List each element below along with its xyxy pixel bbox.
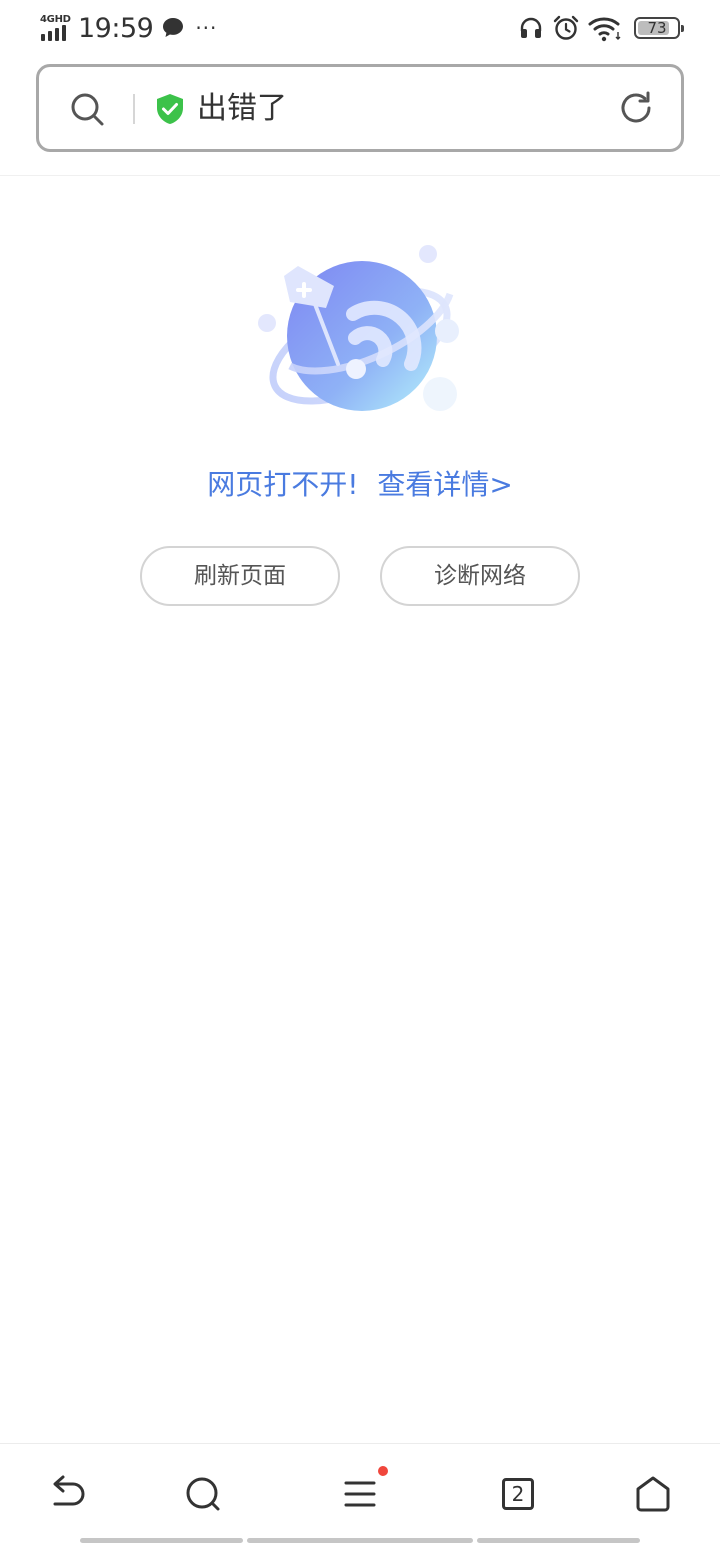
search-icon[interactable]	[69, 91, 105, 127]
home-icon[interactable]	[633, 1474, 673, 1514]
refresh-page-button[interactable]: 刷新页面	[140, 546, 340, 606]
gesture-bar-center	[247, 1538, 473, 1543]
battery-percent: 73	[647, 19, 667, 37]
error-text: 网页打不开!	[207, 468, 359, 501]
headphones-icon	[520, 17, 542, 38]
status-time: 19:59	[78, 12, 154, 44]
battery-icon: 73	[634, 17, 684, 39]
tabs-button[interactable]: 2	[498, 1474, 538, 1514]
address-divider	[133, 94, 135, 124]
chat-bubble-icon	[163, 18, 184, 37]
back-icon[interactable]	[47, 1474, 87, 1514]
error-message: 网页打不开! 查看详情>	[0, 466, 720, 504]
header-divider	[0, 175, 720, 176]
notification-dot	[378, 1466, 388, 1476]
view-details-link[interactable]: 查看详情>	[377, 466, 512, 504]
more-notifications-icon: ···	[195, 16, 218, 40]
menu-icon	[344, 1481, 376, 1507]
tab-count: 2	[502, 1478, 534, 1510]
reload-icon[interactable]	[617, 89, 655, 127]
search-icon[interactable]	[183, 1474, 223, 1514]
gesture-bar-left	[80, 1538, 243, 1543]
alarm-clock-icon	[553, 15, 579, 40]
menu-button[interactable]	[340, 1466, 388, 1514]
status-bar: 4GHD 19:59 ··· 73	[0, 0, 720, 56]
wifi-icon	[588, 17, 621, 42]
address-bar[interactable]: 出错了	[36, 64, 684, 152]
network-error-illustration	[258, 245, 459, 411]
page-title[interactable]: 出错了	[197, 89, 287, 129]
network-type-label: 4GHD	[40, 14, 71, 25]
security-shield-icon[interactable]	[155, 93, 185, 125]
diagnose-network-button[interactable]: 诊断网络	[380, 546, 580, 606]
cellular-signal-icon: 4GHD	[40, 13, 72, 43]
gesture-bar-right	[477, 1538, 640, 1543]
bottom-navigation: 2	[0, 1443, 720, 1544]
